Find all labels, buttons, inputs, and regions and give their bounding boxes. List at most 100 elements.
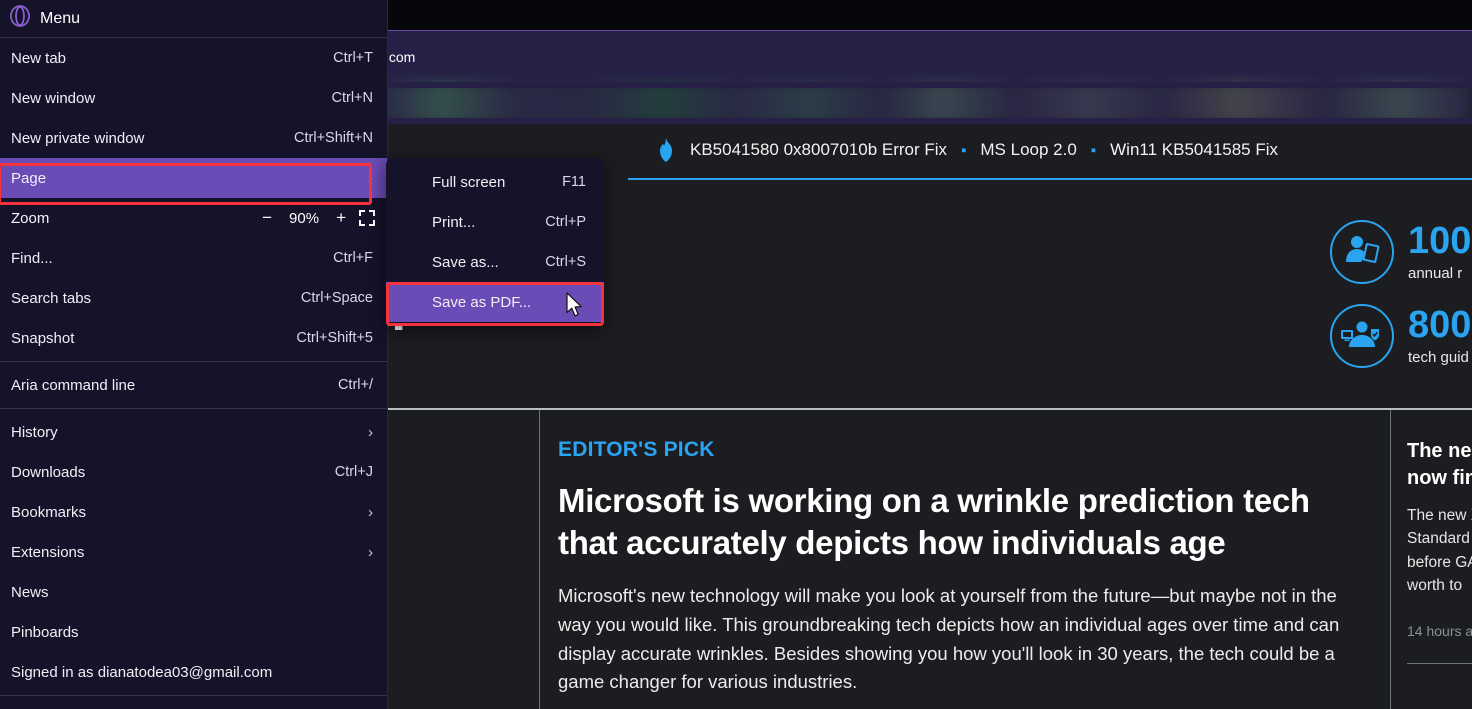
right-column-divider [1407, 663, 1472, 664]
menu-item-shortcut: Ctrl+F [333, 250, 373, 266]
menu-item-label: Bookmarks [11, 503, 87, 521]
menu-item-news[interactable]: News [0, 572, 387, 612]
zoom-in-button[interactable]: + [336, 208, 346, 228]
menu-header: Menu [0, 0, 387, 38]
right-article-headline[interactable]: The ne now fin [1407, 438, 1472, 492]
trending-item-3[interactable]: Win11 KB5041585 Fix [1110, 140, 1278, 160]
submenu-item-label: Save as PDF... [432, 293, 532, 311]
menu-item-page[interactable]: Page › [0, 158, 387, 198]
menu-item-new-private-window[interactable]: New private window Ctrl+Shift+N [0, 118, 387, 158]
zoom-level-value: 90% [289, 209, 320, 227]
chevron-right-icon: › [368, 543, 373, 561]
submenu-item-label: Save as... [432, 253, 499, 271]
right-article-timestamp: 14 hours a [1407, 623, 1472, 639]
menu-item-history[interactable]: History › [0, 412, 387, 452]
menu-item-label: New window [11, 89, 96, 107]
menu-item-label: New private window [11, 129, 145, 147]
menu-item-label: Page [11, 169, 47, 187]
right-body-line4: worth to [1407, 576, 1463, 594]
right-headline-line2: now fin [1407, 467, 1472, 489]
editors-pick-column: EDITOR'S PICK Microsoft is working on a … [540, 410, 1390, 709]
menu-separator [0, 408, 387, 409]
submenu-item-label: Full screen [432, 173, 506, 191]
menu-item-label: History [11, 423, 58, 441]
trending-item-2[interactable]: MS Loop 2.0 [980, 140, 1076, 160]
editors-pick-headline[interactable]: Microsoft is working on a wrinkle predic… [558, 480, 1370, 564]
menu-item-label: New tab [11, 49, 67, 67]
submenu-item-label: Print... [432, 213, 476, 231]
menu-item-snapshot[interactable]: Snapshot Ctrl+Shift+5 [0, 318, 387, 358]
menu-item-label: Extensions [11, 543, 85, 561]
stats-list: 100 annual r 800 tech guid [1330, 210, 1472, 378]
right-headline-line1: The ne [1407, 440, 1472, 462]
menu-item-zoom[interactable]: Zoom − 90% + [0, 198, 387, 238]
submenu-item-shortcut: Ctrl+P [545, 214, 586, 230]
stat-text: 800 tech guid [1408, 306, 1471, 366]
stat-text: 100 annual r [1408, 222, 1471, 282]
editors-pick-body: Microsoft's new technology will make you… [558, 585, 1340, 693]
menu-item-shortcut: Ctrl+Shift+5 [296, 330, 373, 346]
menu-item-extensions[interactable]: Extensions › [0, 532, 387, 572]
trending-topics-bar: KB5041580 0x8007010b Error Fix ▪ MS Loop… [656, 138, 1278, 162]
right-article-body: The new X Standard before GA worth to [1407, 504, 1472, 597]
menu-item-label: Signed in as dianatodea03@gmail.com [11, 663, 273, 681]
right-body-line2: Standard [1407, 530, 1470, 548]
submenu-item-print[interactable]: Print... Ctrl+P [386, 202, 604, 242]
menu-item-shortcut: Ctrl+Space [300, 290, 373, 306]
mouse-cursor-icon [566, 292, 584, 323]
menu-item-find[interactable]: Find... Ctrl+F [0, 238, 387, 278]
menu-item-label: Pinboards [11, 623, 79, 641]
submenu-item-save-as[interactable]: Save as... Ctrl+S [386, 242, 604, 282]
menu-item-label: Search tabs [11, 289, 92, 307]
menu-item-label: Downloads [11, 463, 86, 481]
menu-item-label: Aria command line [11, 376, 136, 394]
menu-separator [0, 361, 387, 362]
submenu-item-full-screen[interactable]: Full screen F11 [386, 162, 604, 202]
stat-number: 800 [1408, 304, 1472, 346]
menu-item-signed-in-account[interactable]: Signed in as dianatodea03@gmail.com [0, 652, 387, 692]
menu-item-label: Find... [11, 249, 53, 267]
menu-item-label: Snapshot [11, 329, 75, 347]
right-body-line3: before GA [1407, 553, 1472, 571]
stat-number: 100 [1408, 220, 1472, 262]
person-devices-shield-icon [1330, 304, 1394, 368]
menu-item-bookmarks[interactable]: Bookmarks › [0, 492, 387, 532]
submenu-item-shortcut: Ctrl+S [545, 254, 586, 270]
menu-item-shortcut: Ctrl+/ [337, 377, 373, 393]
trending-separator-icon: ▪ [961, 141, 967, 159]
zoom-label: Zoom [11, 209, 50, 227]
chevron-right-icon: › [368, 169, 373, 187]
screen: .com ort KB5041580 0x8007010b Error Fix … [0, 0, 1472, 709]
menu-item-shortcut: Ctrl+J [334, 464, 373, 480]
editors-pick-kicker: EDITOR'S PICK [558, 438, 715, 461]
chevron-right-icon: › [368, 423, 373, 441]
stat-label: annual r [1408, 265, 1463, 282]
chevron-right-icon: › [368, 503, 373, 521]
trending-underline [628, 178, 1472, 180]
menu-item-new-window[interactable]: New window Ctrl+N [0, 78, 387, 118]
right-body-line1: The new X [1407, 507, 1472, 524]
menu-item-label: News [11, 583, 49, 601]
opera-logo-icon [10, 5, 30, 32]
person-reading-icon [1330, 220, 1394, 284]
opera-main-menu[interactable]: Menu New tab Ctrl+T New window Ctrl+N Ne… [0, 0, 388, 709]
zoom-controls[interactable]: − 90% + [262, 208, 375, 228]
right-article-column: The ne now fin The new X Standard before… [1390, 410, 1472, 709]
menu-title: Menu [40, 9, 81, 27]
menu-item-shortcut: Ctrl+T [333, 50, 373, 66]
flame-icon [656, 138, 676, 162]
menu-item-new-tab[interactable]: New tab Ctrl+T [0, 38, 387, 78]
menu-item-developer[interactable]: Developer › [0, 699, 387, 709]
menu-item-pinboards[interactable]: Pinboards [0, 612, 387, 652]
menu-item-shortcut: Ctrl+Shift+N [294, 130, 373, 146]
trending-item-1[interactable]: KB5041580 0x8007010b Error Fix [690, 140, 947, 160]
menu-item-downloads[interactable]: Downloads Ctrl+J [0, 452, 387, 492]
collapse-fullscreen-icon[interactable] [359, 210, 375, 226]
stat-label: tech guid [1408, 349, 1469, 366]
trending-separator-icon: ▪ [1090, 141, 1097, 159]
stat-item: 100 annual r [1330, 210, 1472, 294]
menu-item-aria-command-line[interactable]: Aria command line Ctrl+/ [0, 365, 387, 405]
menu-item-search-tabs[interactable]: Search tabs Ctrl+Space [0, 278, 387, 318]
menu-separator [0, 695, 387, 696]
zoom-out-button[interactable]: − [262, 208, 272, 228]
